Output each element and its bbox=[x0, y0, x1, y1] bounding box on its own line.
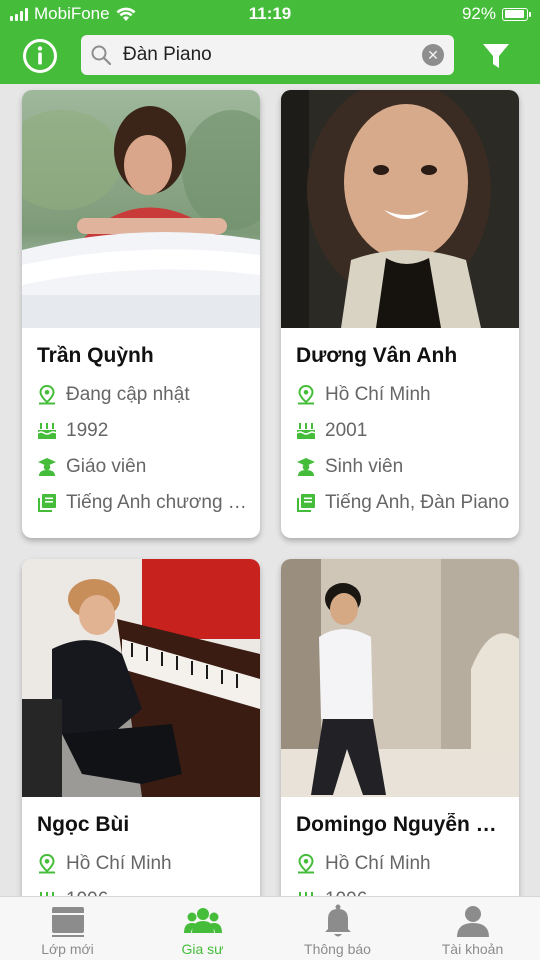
clear-search-icon[interactable]: ✕ bbox=[422, 44, 444, 66]
book-icon bbox=[38, 494, 56, 512]
location-row: Đang cập nhật bbox=[37, 382, 252, 408]
battery-percent: 92% bbox=[461, 4, 496, 23]
cake-icon bbox=[37, 423, 57, 439]
tutor-name: Domingo Nguyễn Nguyên bbox=[296, 813, 508, 836]
search-input[interactable] bbox=[123, 35, 403, 75]
location-pin-icon bbox=[39, 385, 55, 405]
tutor-location: Hồ Chí Minh bbox=[325, 853, 431, 874]
status-time: 11:19 bbox=[248, 4, 292, 23]
tutor-occupation: Giáo viên bbox=[66, 456, 147, 477]
tab-tutors[interactable]: Gia sư bbox=[135, 897, 270, 960]
tutor-photo bbox=[281, 559, 519, 797]
tab-label: Gia sư bbox=[181, 941, 224, 957]
graduate-icon bbox=[297, 458, 315, 476]
tutor-location: Hồ Chí Minh bbox=[66, 853, 172, 874]
location-pin-icon bbox=[39, 854, 55, 874]
tutor-name: Ngọc Bùi bbox=[37, 813, 130, 836]
book-icon bbox=[297, 494, 315, 512]
battery-icon bbox=[502, 7, 531, 21]
location-row: Hồ Chí Minh bbox=[37, 851, 252, 877]
birth-year-row: 1996 bbox=[37, 887, 252, 896]
tab-label: Thông báo bbox=[304, 941, 371, 957]
tutor-birth-year: 1992 bbox=[66, 420, 109, 441]
app-screen: MobiFone 11:19 92% Đàn Piano ✕ Trần Quỳn… bbox=[0, 0, 540, 960]
tutor-location: Đang cập nhật bbox=[66, 384, 190, 405]
info-icon[interactable] bbox=[22, 38, 58, 74]
location-pin-icon bbox=[298, 385, 314, 405]
tutor-photo bbox=[22, 559, 260, 797]
tab-label: Lớp mới bbox=[41, 941, 94, 957]
tutor-card[interactable]: Trần Quỳnh Đang cập nhật 1992 Giáo viên … bbox=[22, 90, 260, 538]
tutor-photo bbox=[281, 90, 519, 328]
birth-year-row: 1996 bbox=[296, 887, 511, 896]
header-bar: MobiFone 11:19 92% Đàn Piano ✕ bbox=[0, 0, 540, 84]
battery-level bbox=[504, 10, 524, 18]
cake-icon bbox=[296, 423, 316, 439]
subjects-row: Tiếng Anh chương trình phổ thông bbox=[37, 490, 252, 516]
tutor-occupation: Sinh viên bbox=[325, 456, 404, 477]
subjects-row: Tiếng Anh, Đàn Piano bbox=[296, 490, 511, 516]
search-bar[interactable]: ✕ bbox=[81, 35, 454, 75]
tab-account[interactable]: Tài khoản bbox=[405, 897, 540, 960]
tutor-grid[interactable]: Trần Quỳnh Đang cập nhật 1992 Giáo viên … bbox=[0, 84, 540, 896]
birth-year-row: 1992 bbox=[37, 418, 252, 444]
account-icon bbox=[456, 906, 489, 937]
tutor-birth-year: 1996 bbox=[66, 889, 108, 896]
tutor-photo bbox=[22, 90, 260, 328]
occupation-row: Giáo viên bbox=[37, 454, 252, 480]
tab-bar: Lớp mới Gia sư Thông báo Tài khoản bbox=[0, 896, 540, 960]
tutor-subjects: Tiếng Anh chương trình phổ thông bbox=[66, 492, 252, 513]
tutor-card[interactable]: Dương Vân Anh Hồ Chí Minh 2001 Sinh viên… bbox=[281, 90, 519, 538]
graduate-icon bbox=[38, 458, 56, 476]
location-row: Hồ Chí Minh bbox=[296, 382, 511, 408]
location-pin-icon bbox=[298, 854, 314, 874]
tutor-card[interactable]: Ngọc Bùi Hồ Chí Minh 1996 bbox=[22, 559, 260, 896]
tutor-name: Dương Vân Anh bbox=[296, 344, 458, 367]
tab-notifications[interactable]: Thông báo bbox=[270, 897, 405, 960]
status-bar: MobiFone 11:19 92% bbox=[0, 0, 540, 30]
search-icon bbox=[91, 45, 112, 66]
tutors-icon bbox=[183, 908, 222, 933]
tutor-birth-year: 2001 bbox=[325, 420, 368, 441]
tab-new-classes[interactable]: Lớp mới bbox=[0, 897, 135, 960]
location-row: Hồ Chí Minh bbox=[296, 851, 511, 877]
filter-icon[interactable] bbox=[482, 42, 510, 70]
tutor-card[interactable]: Domingo Nguyễn Nguyên Hồ Chí Minh 1996 bbox=[281, 559, 519, 896]
bell-icon bbox=[324, 904, 351, 937]
tutor-name: Trần Quỳnh bbox=[37, 344, 154, 367]
tutor-location: Hồ Chí Minh bbox=[325, 384, 431, 405]
birth-year-row: 2001 bbox=[296, 418, 511, 444]
occupation-row: Sinh viên bbox=[296, 454, 511, 480]
tutor-subjects: Tiếng Anh, Đàn Piano bbox=[325, 492, 510, 513]
classes-icon bbox=[51, 907, 84, 937]
status-right: 92% bbox=[461, 4, 531, 24]
tutor-birth-year: 1996 bbox=[325, 889, 367, 896]
tab-label: Tài khoản bbox=[441, 941, 504, 957]
